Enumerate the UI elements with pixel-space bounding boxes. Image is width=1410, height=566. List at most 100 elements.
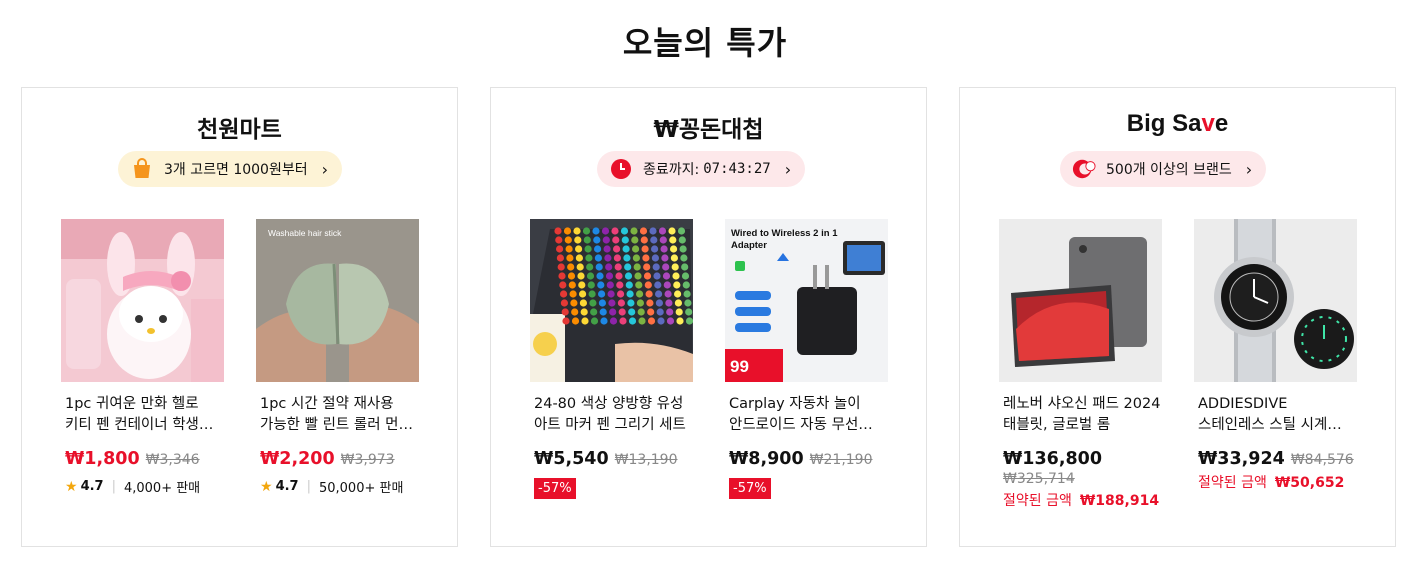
marker-cap [625,281,633,289]
marker-cap [622,245,630,253]
marker-cap [608,299,616,307]
marker-cap [566,254,574,262]
marker-cap [681,272,690,280]
marker-cap [665,299,673,307]
marker-cap [679,245,687,253]
marker-cap [579,299,587,307]
marker-cap [653,272,661,280]
marker-cap [574,236,582,244]
marker-cap [624,272,633,280]
product-name[interactable]: 레노버 샤오신 패드 2024 태블릿, 글로벌 롬 [999,394,1162,436]
original-price: ₩13,190 [614,452,678,468]
marker-cap [569,290,577,298]
countdown-label: 종료까지: [643,162,700,178]
marker-cap [603,245,611,253]
marker-cap [605,272,614,280]
marker-cap [636,290,644,298]
marker-cap [645,290,653,298]
product-card[interactable]: Washable hair stick 1pc 시간 절약 재사용 가능한 빨 … [256,219,419,496]
marker-cap [583,236,591,244]
marker-cap [639,227,648,235]
product-image[interactable] [1194,219,1357,382]
marker-cap [582,227,591,235]
marker-cap [570,299,578,307]
marker-cap [597,281,605,289]
marker-cap [589,299,597,307]
brand-text-part: Big Sa [1126,110,1202,137]
marker-cap [663,281,671,289]
marker-cap [601,227,610,235]
marker-cap [565,245,573,253]
marker-cap [590,308,598,316]
product-card[interactable]: ADDIESDIVE 스테인레스 스틸 시계 남자 다이버 ₩33,924 ₩8… [1194,219,1357,492]
product-card[interactable]: 1pc 귀여운 만화 헬로 키티 펜 컨테이너 학생용 대용량 펜 홀더 ₩1,… [61,219,224,496]
marker-cap [636,299,644,307]
savings-info: 절약된 금액 ₩188,914 [999,490,1162,510]
marker-cap [650,236,658,244]
marker-cap [635,281,643,289]
marker-cap [666,317,675,325]
promo-pill-button[interactable]: 3개 고르면 1000원부터 › [118,151,343,187]
product-image[interactable]: Washable hair stick [256,219,419,382]
product-image[interactable]: Wired to Wireless 2 in 1 Adapter 99 [725,219,888,382]
marker-cap [658,227,667,235]
product-price: ₩1,800 [65,449,140,469]
marker-cap [659,236,667,244]
product-price: ₩2,200 [260,449,335,469]
marker-cap [655,299,663,307]
original-price: ₩3,973 [340,452,395,468]
marker-cap [678,236,686,244]
brand-pill-button[interactable]: 500개 이상의 브랜드 › [1060,151,1267,187]
marker-cap [562,317,570,325]
rating-score: 4.7 [275,479,299,494]
marker-cap [642,254,650,262]
clock-icon [609,157,633,181]
product-name[interactable]: 1pc 귀여운 만화 헬로 키티 펜 컨테이너 학생용 대용량 펜 홀더 [61,394,224,436]
marker-cap [661,254,669,262]
marker-cap [563,227,572,235]
marker-cap [592,227,600,235]
product-name[interactable]: 1pc 시간 절약 재사용 가능한 빨 린트 롤러 먼지 제거기 [256,394,419,436]
marker-cap [611,227,619,235]
savings-value: ₩188,914 [1079,493,1160,509]
product-image[interactable] [530,219,693,382]
product-card[interactable]: 24-80 색상 양방향 유성 아트 마커 펜 그리기 세트 ₩5,540 ₩1… [530,219,693,499]
marker-cap [666,308,674,316]
product-name[interactable]: ADDIESDIVE 스테인레스 스틸 시계 남자 다이버 [1194,394,1357,436]
product-name[interactable]: 24-80 색상 양방향 유성 아트 마커 펜 그리기 세트 [530,394,693,436]
product-card[interactable]: 레노버 샤오신 패드 2024 태블릿, 글로벌 롬 ₩136,800 ₩325… [999,219,1162,510]
marker-cap [662,272,671,280]
marker-cap [580,308,588,316]
product-name[interactable]: Carplay 자동차 놀이 안드로이드 자동 무선 어댑터 [725,394,888,436]
original-price: ₩84,576 [1290,452,1354,468]
brand-text-part: e [1214,110,1229,137]
sold-count: 50,000+ 판매 [318,481,404,496]
marker-cap [628,308,636,316]
marker-cap [560,299,568,307]
marker-cap [633,263,641,271]
marker-cap [654,281,662,289]
star-icon: ★ [260,478,273,495]
product-card[interactable]: Wired to Wireless 2 in 1 Adapter 99 Carp… [725,219,888,499]
marker-cap [638,317,646,325]
marker-cap [674,290,682,298]
section-card-1000won-mart: 천원마트 3개 고르면 1000원부터 › 1pc 귀여운 만화 헬로 키티 펜… [21,87,458,547]
marker-cap [564,236,572,244]
marker-cap [671,263,679,271]
product-image[interactable] [999,219,1162,382]
divider: | [306,479,311,494]
marker-cap [567,263,575,271]
marker-cap [630,227,638,235]
marker-cap [660,245,668,253]
countdown-pill-button[interactable]: 종료까지: 07:43:27 › [597,151,806,187]
marker-cap [624,263,632,271]
marker-cap [680,254,688,262]
marker-cap [662,263,670,271]
product-price: ₩5,540 [534,449,609,469]
marker-cap [586,272,595,280]
product-image[interactable] [61,219,224,382]
image-caption: Wired to Wireless 2 in 1 Adapter [731,228,838,251]
marker-cap [587,281,595,289]
marker-cap [685,317,693,325]
marker-cap [594,245,602,253]
